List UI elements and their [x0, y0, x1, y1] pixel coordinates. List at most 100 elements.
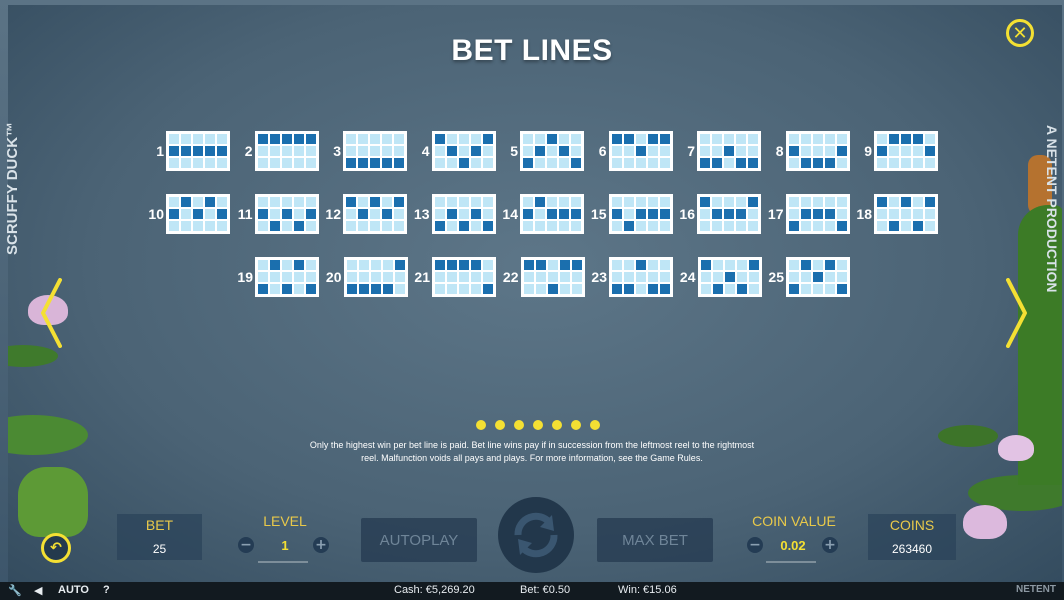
active-cell: [446, 146, 457, 156]
page-dot[interactable]: [590, 420, 600, 430]
sound-icon[interactable]: ◀: [34, 584, 42, 597]
inactive-cell: [659, 146, 670, 156]
inactive-cell: [788, 158, 799, 168]
inactive-cell: [346, 146, 356, 156]
active-cell: [547, 284, 558, 294]
bet-line-item: 14: [496, 194, 584, 234]
page-dot[interactable]: [476, 420, 486, 430]
bet-line-pattern: [343, 194, 407, 234]
inactive-cell: [482, 197, 493, 207]
inactive-cell: [269, 146, 280, 156]
inactive-cell: [535, 134, 545, 144]
inactive-cell: [294, 284, 304, 294]
settings-icon[interactable]: 🔧: [8, 584, 22, 597]
inactive-cell: [217, 158, 227, 168]
bet-line-item: 12: [319, 194, 407, 234]
inactive-cell: [635, 197, 646, 207]
bet-line-item: 22: [497, 257, 585, 297]
page-dot[interactable]: [571, 420, 581, 430]
bet-line-pattern: [697, 257, 762, 297]
coins-label: COINS: [889, 517, 935, 533]
level-decrease-button[interactable]: −: [238, 537, 254, 553]
inactive-cell: [370, 221, 380, 231]
coin-value-decrease-button[interactable]: −: [747, 537, 763, 553]
inactive-cell: [647, 197, 658, 207]
inactive-cell: [812, 146, 823, 156]
inactive-cell: [394, 272, 405, 282]
level-increase-button[interactable]: +: [313, 537, 329, 553]
active-cell: [382, 284, 393, 294]
inactive-cell: [812, 221, 823, 231]
active-cell: [800, 209, 811, 219]
level-slider[interactable]: [258, 561, 308, 563]
next-page-button[interactable]: [1006, 278, 1028, 348]
inactive-cell: [482, 209, 493, 219]
active-cell: [788, 221, 799, 231]
inactive-cell: [712, 197, 722, 207]
inactive-cell: [788, 197, 799, 207]
bet-line-pattern: [254, 131, 319, 171]
bet-line-number: 2: [244, 143, 253, 159]
bet-line-item: 3: [319, 131, 407, 171]
auto-toggle[interactable]: AUTO: [58, 584, 89, 596]
bet-line-pattern: [608, 131, 673, 171]
bet-line-item: 23: [585, 257, 673, 297]
bet-line-pattern: [785, 131, 850, 171]
active-cell: [346, 197, 356, 207]
active-cell: [294, 260, 304, 270]
active-cell: [382, 209, 392, 219]
inactive-cell: [836, 209, 847, 219]
inactive-cell: [877, 158, 887, 168]
bet-line-pattern: [166, 194, 230, 234]
close-button[interactable]: ✕: [1006, 19, 1034, 47]
back-button[interactable]: ↶: [41, 533, 71, 563]
inactive-cell: [470, 134, 481, 144]
coin-value-slider[interactable]: [766, 561, 816, 563]
coin-value: 0.02: [780, 538, 806, 553]
autoplay-button[interactable]: AUTOPLAY: [361, 518, 477, 562]
inactive-cell: [724, 197, 734, 207]
inactive-cell: [217, 197, 227, 207]
inactive-cell: [813, 284, 823, 294]
bet-line-pattern: [520, 131, 584, 171]
inactive-cell: [612, 260, 622, 270]
active-cell: [281, 134, 292, 144]
page-dot[interactable]: [495, 420, 505, 430]
inactive-cell: [434, 197, 445, 207]
active-cell: [812, 158, 823, 168]
inactive-cell: [523, 134, 533, 144]
bet-label: BET: [145, 517, 174, 533]
coin-value-increase-button[interactable]: +: [822, 537, 838, 553]
max-bet-button[interactable]: MAX BET: [597, 518, 713, 562]
bet-line-number: 8: [775, 143, 784, 159]
bet-line-number: 11: [237, 206, 253, 222]
bet-line-number: 24: [679, 269, 696, 285]
previous-page-button[interactable]: [40, 278, 62, 348]
inactive-cell: [270, 272, 280, 282]
inactive-cell: [547, 158, 557, 168]
spin-icon: [514, 512, 558, 558]
inactive-cell: [571, 221, 581, 231]
active-cell: [748, 197, 758, 207]
inactive-cell: [724, 284, 735, 294]
inactive-cell: [358, 134, 368, 144]
inactive-cell: [659, 221, 670, 231]
inactive-cell: [825, 272, 835, 282]
help-button[interactable]: ?: [103, 584, 110, 596]
inactive-cell: [305, 158, 316, 168]
page-dot[interactable]: [533, 420, 543, 430]
lily-pad: [8, 345, 58, 367]
spin-button[interactable]: [498, 497, 574, 573]
inactive-cell: [824, 146, 835, 156]
active-cell: [836, 221, 847, 231]
active-cell: [889, 221, 899, 231]
inactive-cell: [370, 260, 381, 270]
inactive-cell: [736, 146, 746, 156]
inactive-cell: [836, 197, 847, 207]
inactive-cell: [293, 158, 304, 168]
page-dot[interactable]: [552, 420, 562, 430]
active-cell: [901, 197, 911, 207]
page-dot[interactable]: [514, 420, 524, 430]
inactive-cell: [382, 272, 393, 282]
inactive-cell: [559, 284, 570, 294]
